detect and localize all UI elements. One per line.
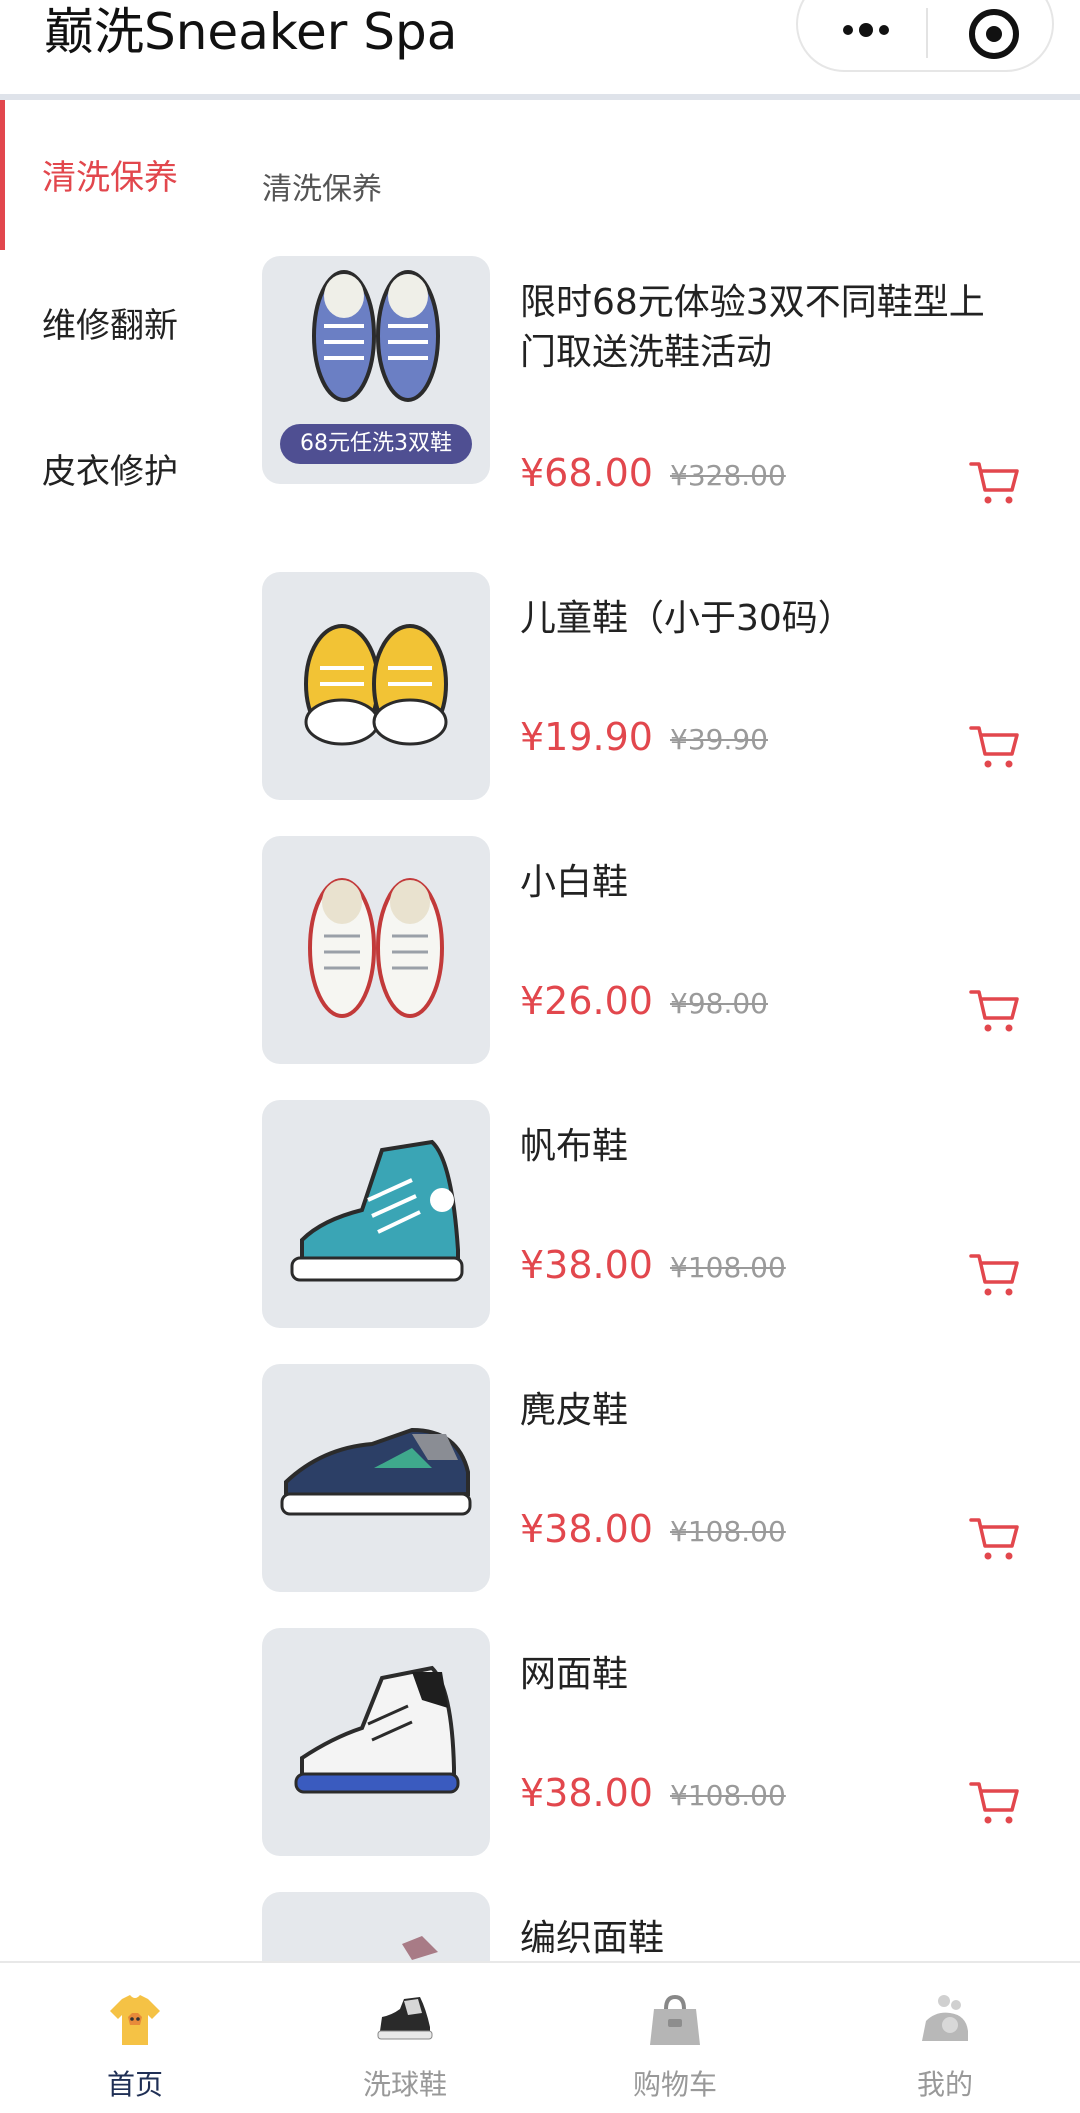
tab-home[interactable]: 首页 (0, 1963, 270, 2113)
product-thumbnail[interactable] (262, 1100, 490, 1328)
product-price: ¥26.00 (520, 979, 653, 1023)
product-name[interactable]: 网面鞋 (520, 1650, 1020, 1700)
product-thumbnail[interactable]: 68元任洗3双鞋 (262, 256, 490, 484)
product-price: ¥38.00 (520, 1771, 653, 1815)
tab-label: 洗球鞋 (362, 2068, 447, 2101)
more-dots-icon[interactable] (836, 8, 896, 52)
product-name[interactable]: 儿童鞋（小于30码） (520, 594, 1020, 644)
product-card[interactable]: 小白鞋 ¥26.00 ¥98.00 (262, 836, 1052, 1066)
product-name[interactable]: 帆布鞋 (520, 1122, 1020, 1172)
product-card[interactable]: 麂皮鞋 ¥38.00 ¥108.00 (262, 1364, 1052, 1594)
white-sneakers-image (308, 878, 444, 1018)
capsule-divider (926, 8, 928, 58)
sneaker-icon (377, 1997, 433, 2040)
tab-wash-sneakers[interactable]: 洗球鞋 (270, 1963, 540, 2113)
product-price: ¥38.00 (520, 1243, 653, 1287)
original-price: ¥108.00 (670, 1251, 786, 1284)
product-price: ¥38.00 (520, 1507, 653, 1551)
add-to-cart-icon[interactable] (968, 456, 1020, 508)
shopping-bag-icon (650, 1994, 700, 2045)
tab-label: 我的 (916, 2068, 973, 2101)
product-card[interactable]: 编织面鞋 (262, 1892, 1052, 1961)
sidebar-item-label: 清洗保养 (42, 158, 178, 198)
sidebar-item-label: 维修翻新 (42, 306, 178, 346)
original-price: ¥39.90 (670, 723, 768, 756)
product-thumbnail[interactable] (262, 1892, 490, 1961)
mesh-basketball-shoe-image (294, 1665, 460, 1794)
profile-bubbles-icon (922, 1995, 968, 2041)
product-name[interactable]: 编织面鞋 (520, 1914, 1020, 1961)
tab-cart[interactable]: 购物车 (540, 1963, 810, 2113)
teal-high-top-image (290, 1139, 464, 1282)
tab-label: 购物车 (632, 2068, 717, 2101)
product-name[interactable]: 小白鞋 (520, 858, 1020, 908)
bottom-tab-bar: 首页 洗球鞋 购物车 我的 (0, 1961, 1080, 2111)
original-price: ¥108.00 (670, 1515, 786, 1548)
app-title: 巅洗Sneaker Spa (44, 3, 458, 61)
add-to-cart-icon[interactable] (968, 720, 1020, 772)
active-indicator (0, 100, 5, 250)
product-name[interactable]: 限时68元体验3双不同鞋型上门取送洗鞋活动 (520, 278, 1020, 378)
promo-badge: 68元任洗3双鞋 (280, 424, 472, 464)
add-to-cart-icon[interactable] (968, 1512, 1020, 1564)
sidebar-item-repair[interactable]: 维修翻新 (0, 248, 240, 398)
yellow-kids-shoes-image (304, 624, 448, 746)
product-thumbnail[interactable] (262, 1628, 490, 1856)
home-tshirt-icon (110, 1995, 160, 2045)
tab-label: 首页 (106, 2068, 163, 2101)
product-card[interactable]: 帆布鞋 ¥38.00 ¥108.00 (262, 1100, 1052, 1330)
original-price: ¥328.00 (670, 459, 786, 492)
product-thumbnail[interactable] (262, 572, 490, 800)
sidebar-item-label: 皮衣修护 (42, 452, 178, 492)
product-thumbnail[interactable] (262, 836, 490, 1064)
original-price: ¥108.00 (670, 1779, 786, 1812)
add-to-cart-icon[interactable] (968, 984, 1020, 1036)
product-card[interactable]: 68元任洗3双鞋 限时68元体验3双不同鞋型上门取送洗鞋活动 ¥68.00 ¥3… (262, 256, 1052, 504)
mini-program-capsule (796, 0, 1054, 72)
tab-profile[interactable]: 我的 (810, 1963, 1080, 2113)
product-card[interactable]: 网面鞋 ¥38.00 ¥108.00 (262, 1628, 1052, 1858)
product-card[interactable]: 儿童鞋（小于30码） ¥19.90 ¥39.90 (262, 572, 1052, 802)
knit-shoe-image (402, 1936, 438, 1960)
sidebar-item-leather[interactable]: 皮衣修护 (0, 394, 240, 544)
product-thumbnail[interactable] (262, 1364, 490, 1592)
sidebar-item-cleaning[interactable]: 清洗保养 (0, 100, 240, 250)
add-to-cart-icon[interactable] (968, 1776, 1020, 1828)
product-name[interactable]: 麂皮鞋 (520, 1386, 1020, 1436)
product-price: ¥68.00 (520, 451, 653, 495)
suede-runner-image (280, 1427, 472, 1516)
target-circle-icon[interactable] (966, 6, 1022, 62)
add-to-cart-icon[interactable] (968, 1248, 1020, 1300)
product-price: ¥19.90 (520, 715, 653, 759)
header-bar: 巅洗Sneaker Spa (0, 0, 1080, 100)
section-title: 清洗保养 (262, 172, 382, 207)
original-price: ¥98.00 (670, 987, 768, 1020)
